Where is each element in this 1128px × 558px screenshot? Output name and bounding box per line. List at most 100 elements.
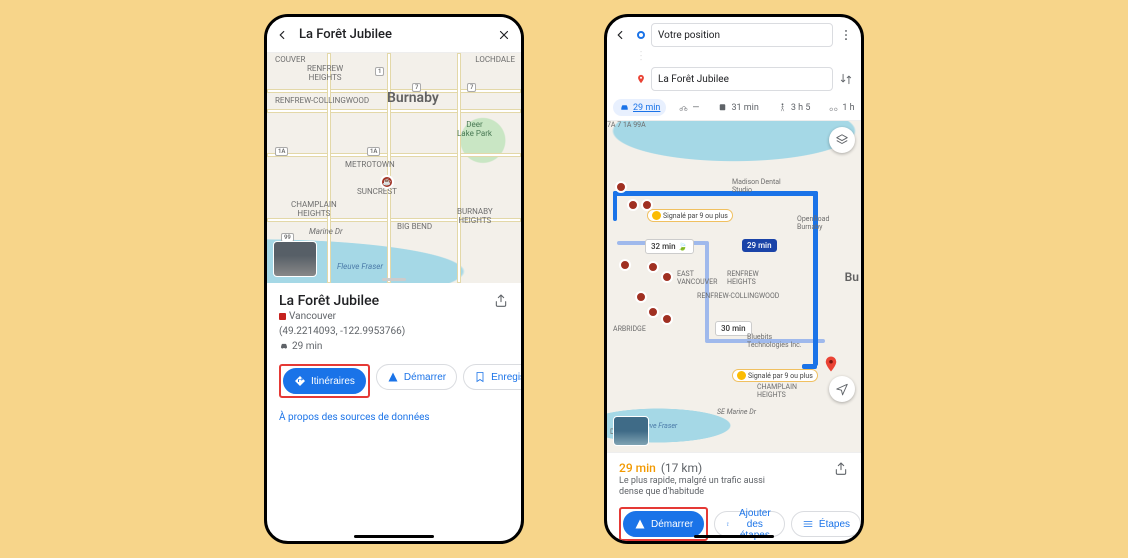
nbhd-renfrew-collingwood: RENFREW-COLLINGWOOD	[697, 293, 779, 301]
origin-dot-icon	[637, 31, 645, 39]
place-title: La Forêt Jubilee	[279, 293, 379, 309]
share-icon[interactable]	[833, 461, 849, 477]
poi-pin-icon[interactable]	[627, 199, 639, 211]
origin-field[interactable]: Votre position	[651, 23, 833, 47]
mode-walk-tab[interactable]: 3 h 5	[771, 99, 817, 116]
header-bar: La Forêt Jubilee	[267, 17, 521, 53]
poi-pin-icon[interactable]	[635, 291, 647, 303]
swap-icon[interactable]	[837, 72, 855, 86]
route-info-sheet: 29 min (17 km) Le plus rapide, malgré un…	[607, 452, 861, 541]
destination-field[interactable]: La Forêt Jubilee	[651, 67, 833, 91]
warning-icon	[737, 371, 746, 380]
sheet-handle[interactable]	[382, 278, 406, 281]
streetview-thumbnail[interactable]	[273, 241, 317, 277]
streetview-thumbnail[interactable]	[613, 416, 649, 446]
city-label: Burnaby	[387, 91, 439, 106]
poi-pin-icon[interactable]	[615, 181, 627, 193]
destination-marker-icon[interactable]	[822, 353, 836, 367]
route-dots-icon: ···	[635, 51, 647, 63]
water-fraser: Fleuve Fraser	[337, 263, 383, 272]
start-button[interactable]: Démarrer	[376, 364, 457, 390]
mode-bike-tab[interactable]: 1 h	[822, 99, 860, 116]
car-icon	[279, 341, 289, 351]
action-row: Itinéraires Démarrer Enregistrer	[279, 364, 509, 398]
hwy-badge-7: 7	[617, 121, 621, 129]
directions-header: Votre position ··· La Forêt Jubilee	[607, 17, 861, 95]
nbhd-renfrew-heights: RENFREW HEIGHTS	[727, 271, 759, 286]
start-navigation-button[interactable]: Démarrer	[623, 511, 704, 537]
hwy-badge-7a: 7A	[607, 121, 616, 129]
poi-pin-icon[interactable]	[619, 259, 631, 271]
poi-madison-dental: Madison Dental Studio	[732, 179, 781, 194]
mode-car-tab[interactable]: 29 min	[613, 99, 666, 116]
nbhd-couver: COUVER	[275, 56, 305, 65]
road-se-marine: SE Marine Dr	[717, 409, 756, 417]
nbhd-champlain: CHAMPLAIN HEIGHTS	[291, 201, 337, 219]
poi-openroad: OpenRoad Burnaby	[797, 216, 829, 231]
travel-mode-tabs: 29 min — 31 min 3 h 5 1 h	[607, 95, 861, 121]
park-deer-lake: Deer Lake Park	[457, 121, 492, 139]
nbhd-lochdale: LOCHDALE	[475, 56, 515, 65]
nbhd-metrotown: METROTOWN	[345, 161, 395, 170]
route-description: Le plus rapide, malgré un trafic aussi d…	[619, 476, 789, 499]
hwy-badge-1a: 1A	[275, 147, 288, 156]
hwy-badge-1: 1	[375, 67, 384, 76]
place-city: Vancouver	[289, 311, 336, 322]
hwy-badge-1a: 1A	[623, 121, 632, 129]
hwy-badge-7b: 7	[467, 83, 476, 92]
mode-moto-tab[interactable]: —	[672, 99, 705, 116]
save-button[interactable]: Enregistrer	[463, 364, 524, 390]
warning-icon	[652, 211, 661, 220]
data-sources-link[interactable]: À propos des sources de données	[279, 412, 509, 423]
route-distance: (17 km)	[661, 461, 702, 475]
place-travel-time: 29 min	[292, 341, 322, 352]
road-marine-dr: Marine Dr	[309, 228, 343, 237]
poi-pin-icon[interactable]	[661, 271, 673, 283]
poi-pin-icon[interactable]	[647, 261, 659, 273]
place-coords: (49.2214093, -122.9953766)	[279, 326, 405, 337]
phone-screenshot-directions: Votre position ··· La Forêt Jubilee 29 m…	[604, 14, 864, 544]
back-icon[interactable]	[613, 28, 631, 42]
back-icon[interactable]	[275, 28, 293, 42]
route-duration: 29 min	[619, 461, 656, 475]
poi-pin-icon[interactable]: ☕	[380, 175, 394, 189]
more-icon[interactable]	[837, 28, 855, 42]
phone-screenshot-place-details: La Forêt Jubilee 7 7 1 1A 1A 99 Burnaby …	[264, 14, 524, 544]
highlight-directions: Itinéraires	[279, 364, 370, 398]
home-indicator	[694, 535, 774, 538]
nbhd-suncrest: SUNCREST	[357, 188, 397, 197]
nbhd-big-bend: BIG BEND	[397, 223, 432, 232]
layers-button[interactable]	[829, 127, 855, 153]
close-icon[interactable]	[495, 28, 513, 42]
directions-button[interactable]: Itinéraires	[283, 368, 366, 394]
poi-pin-icon[interactable]	[661, 313, 673, 325]
destination-pin-icon	[635, 73, 647, 85]
hwy-badge-99a: 99A	[633, 121, 645, 129]
nbhd-renfrew-collingwood: RENFREW-COLLINGWOOD	[275, 97, 369, 106]
route-map-panel[interactable]: 29 min 32 min 🍃 30 min Signalé par 9 ou …	[607, 121, 861, 452]
steps-button[interactable]: Étapes	[791, 511, 861, 537]
map-panel[interactable]: 7 7 1 1A 1A 99 Burnaby RENFREW HEIGHTS R…	[267, 53, 521, 283]
incident-report-2[interactable]: Signalé par 9 ou plus	[732, 369, 818, 382]
incident-report-1[interactable]: Signalé par 9 ou plus	[647, 209, 733, 222]
hwy-badge-1a-b: 1A	[367, 147, 380, 156]
recenter-button[interactable]	[829, 376, 855, 402]
nbhd-renfrew-heights: RENFREW HEIGHTS	[307, 65, 343, 83]
route-alt1-badge: 32 min 🍃	[645, 239, 694, 254]
share-icon[interactable]	[493, 293, 509, 309]
home-indicator	[354, 535, 434, 538]
nbhd-east-van: EAST VANCOUVER	[677, 271, 717, 286]
mode-transit-tab[interactable]: 31 min	[711, 99, 764, 116]
nbhd-burnaby-heights: BURNABY HEIGHTS	[457, 208, 493, 226]
category-icon	[279, 313, 286, 320]
poi-bluebits: Bluebits Technologies Inc.	[747, 334, 802, 349]
header-title: La Forêt Jubilee	[293, 27, 495, 42]
place-info-sheet: La Forêt Jubilee Vancouver (49.2214093, …	[267, 283, 521, 541]
add-stops-button[interactable]: Ajouter des étapes	[714, 511, 785, 537]
poi-pin-icon[interactable]	[647, 306, 659, 318]
route-primary-badge: 29 min	[742, 239, 777, 252]
nbhd-champlain: CHAMPLAIN HEIGHTS	[757, 384, 797, 399]
poi-pin-icon[interactable]	[641, 199, 653, 211]
nbhd-arbridge: ARBRIDGE	[613, 326, 646, 334]
city-label-bu: Bu	[845, 271, 859, 284]
